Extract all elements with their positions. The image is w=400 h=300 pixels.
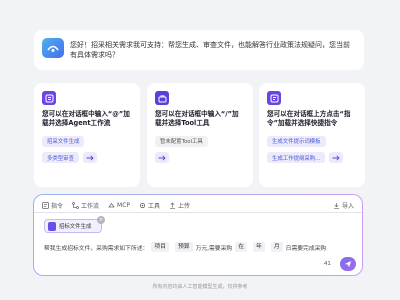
hint-card-tool: 您可以在对话框中输入“/”加载并选择Tool工具 暂未配置Tool工具	[147, 83, 253, 187]
slot-time[interactable]: 在	[235, 242, 248, 252]
assistant-logo-icon	[42, 38, 64, 58]
attached-workflow-chip[interactable]: 招标文件生成 ×	[44, 216, 105, 233]
arrow-right-icon	[332, 154, 340, 161]
prompt-template[interactable]: 帮我生成招标文件，采购需求如下所述： 项目 预算 万元,需要采购 在 年 月 日…	[44, 242, 354, 252]
hint-card-command: 您可以在对话框上方点击“指令”加载并选择快捷指令 生成文件提示词模板 生成工作提…	[259, 83, 365, 187]
import-button[interactable]: 导入	[333, 201, 354, 210]
workflow-label: 工作流	[81, 202, 100, 210]
send-icon	[344, 261, 352, 268]
mcp-icon	[108, 202, 115, 207]
send-button[interactable]	[340, 257, 356, 271]
mcp-label: MCP	[117, 201, 131, 209]
instruction-button[interactable]: 指令	[42, 201, 63, 210]
assistant-greeting: 您好！招采相关需求我可支持：帮您生成、审查文件，也能解答行业政策法规疑问，您当前…	[34, 30, 364, 70]
card-title: 您可以在对话框上方点击“指令”加载并选择快捷指令	[267, 110, 351, 127]
shortcut-chip[interactable]: 生成文件提示词模板	[267, 135, 326, 147]
mcp-button[interactable]: MCP	[108, 202, 130, 209]
close-icon[interactable]: ×	[97, 216, 105, 224]
unit-text: 万元,需要采购	[195, 245, 233, 252]
slot-year[interactable]: 年	[253, 242, 265, 252]
instruction-icon	[42, 201, 49, 209]
toolbox-icon	[155, 91, 169, 105]
upload-label: 上传	[178, 202, 191, 210]
upload-button[interactable]: 上传	[169, 201, 190, 210]
card-title: 您可以在对话框中输入“/”加载并选择Tool工具	[155, 110, 239, 127]
template-prefix: 帮我生成招标文件，采购需求如下所述：	[44, 245, 149, 252]
slot-budget[interactable]: 预算	[174, 242, 193, 252]
shortcut-chip[interactable]: 生成工作提纲采购...	[267, 152, 326, 163]
greeting-text: 您好！招采相关需求我可支持：帮您生成、审查文件，也能解答行业政策法规疑问，您当前…	[70, 41, 350, 59]
toolbar-divider	[34, 212, 362, 213]
slot-month[interactable]: 月	[270, 242, 283, 252]
instruction-label: 指令	[51, 202, 64, 210]
file-icon	[48, 221, 56, 231]
card-title: 您可以在对话框中输入“@”加载并选择Agent工作流	[42, 110, 130, 127]
upload-icon	[170, 202, 176, 209]
import-icon	[333, 202, 339, 209]
disclaimer-text: 所有内容均由人工智能模型生成，仅供参考	[152, 284, 248, 290]
arrow-right-icon	[86, 154, 94, 161]
import-label: 导入	[341, 202, 354, 210]
workflow-icon	[72, 201, 79, 209]
composer-toolbar: 指令 工作流 MCP 工具 上传 导入	[42, 199, 354, 211]
chat-composer: 指令 工作流 MCP 工具 上传 导入 招标文件生成 × 帮我生成招标文件，采购…	[33, 194, 363, 276]
command-list-icon	[267, 91, 281, 105]
arrow-right-button[interactable]	[155, 152, 169, 163]
arrow-right-button[interactable]	[82, 152, 97, 163]
gear-icon	[139, 202, 146, 208]
hint-card-agent: 您可以在对话框中输入“@”加载并选择Agent工作流 招采文件生成 多类型审查	[34, 83, 140, 187]
agent-box-icon	[42, 91, 56, 105]
arrow-right-icon	[158, 154, 166, 161]
tools-label: 工具	[148, 202, 161, 210]
slot-project[interactable]: 项目	[151, 242, 169, 252]
shortcut-chip[interactable]: 多类型审查	[42, 152, 79, 163]
workflow-button[interactable]: 工作流	[72, 201, 99, 210]
char-count: 41	[324, 261, 331, 267]
shortcut-chip[interactable]: 招采文件生成	[42, 135, 85, 147]
empty-tool-chip: 暂未配置Tool工具	[155, 135, 208, 147]
arrow-right-button[interactable]	[329, 152, 344, 163]
attachment-name: 招标文件生成	[59, 224, 92, 230]
tools-button[interactable]: 工具	[139, 201, 160, 210]
template-suffix: 日需要完成采购	[285, 245, 327, 252]
